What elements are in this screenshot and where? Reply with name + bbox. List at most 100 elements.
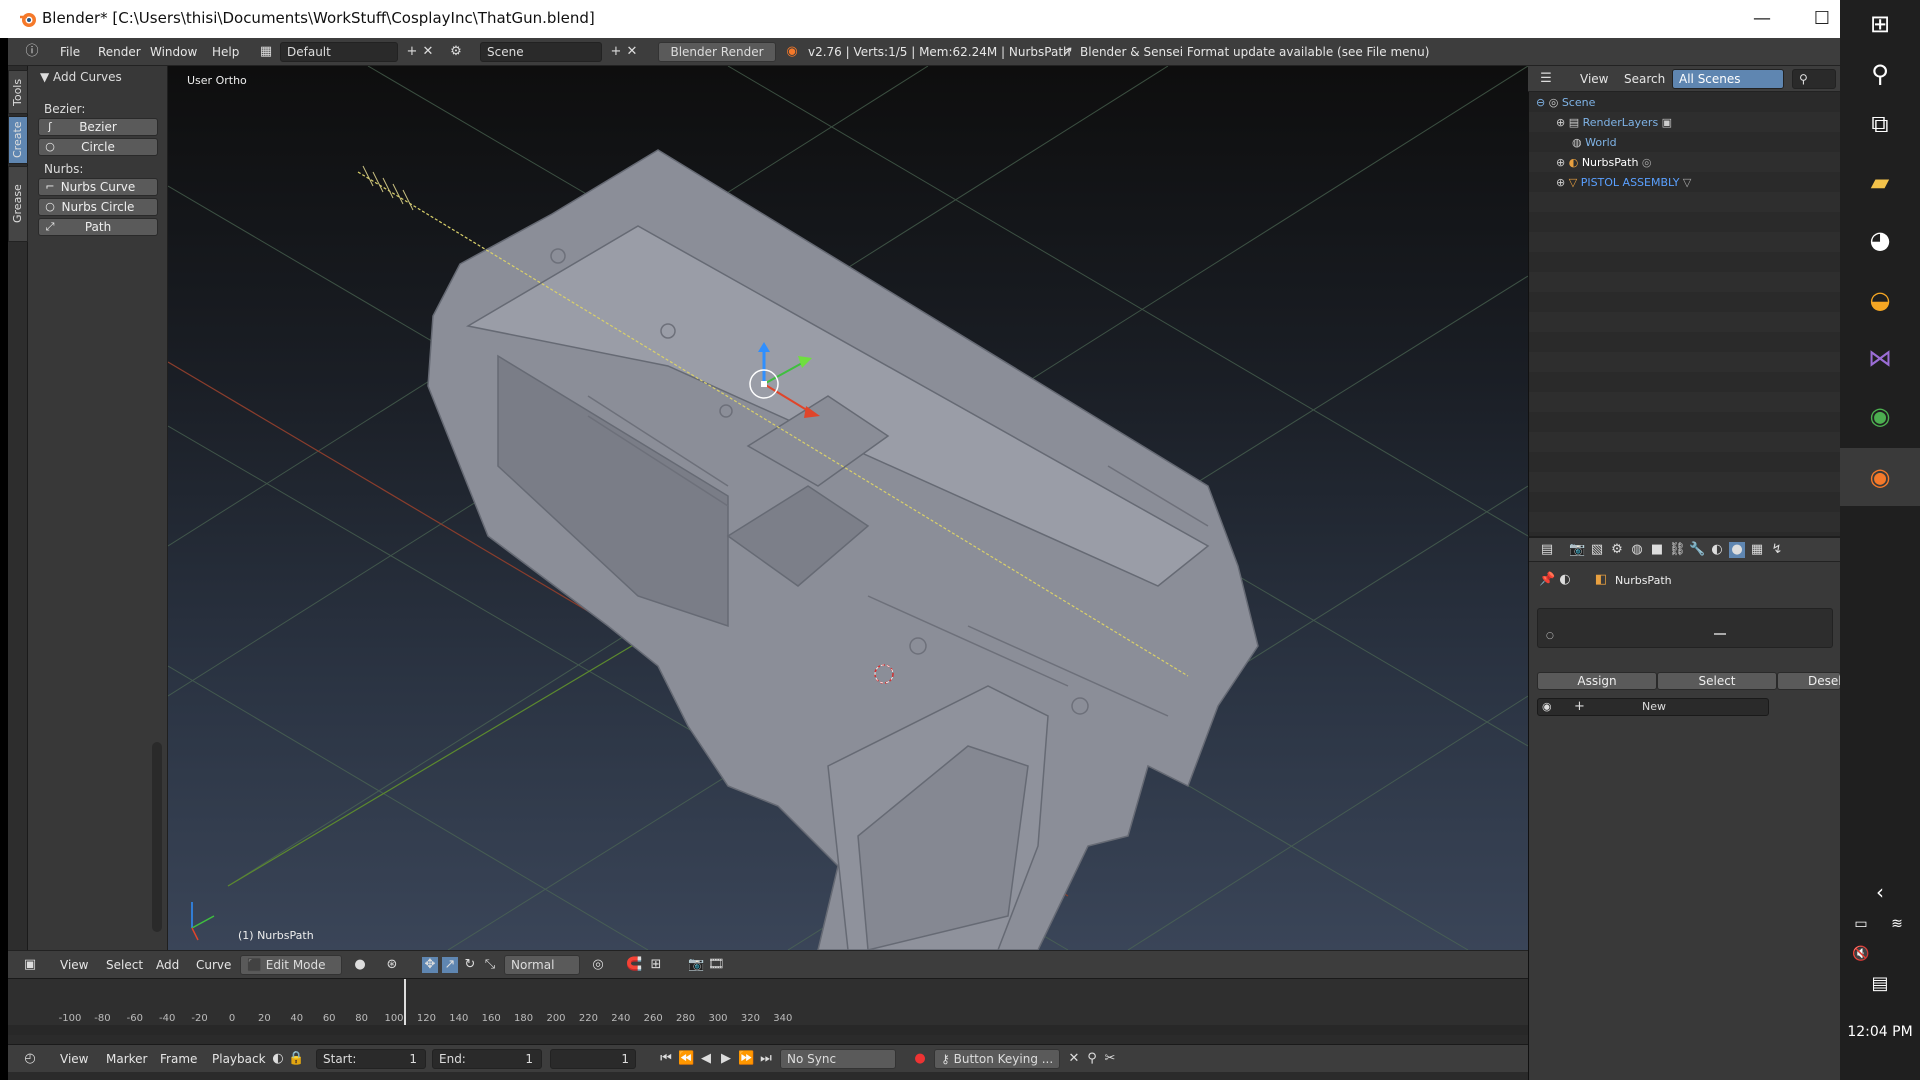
- outliner-item-world[interactable]: ◍ World: [1572, 136, 1617, 149]
- render-tab-icon[interactable]: 📷: [1569, 542, 1585, 558]
- object-tab-icon[interactable]: ■: [1649, 542, 1665, 558]
- update-notice[interactable]: Blender & Sensei Format update available…: [1080, 45, 1429, 59]
- outliner-filter-select[interactable]: All Scenes: [1672, 69, 1784, 89]
- tool-shelf-scrollbar[interactable]: [152, 742, 162, 932]
- sync-select[interactable]: No Sync: [780, 1049, 896, 1069]
- view3d-editor-icon[interactable]: ▣: [22, 957, 38, 973]
- outliner-search-input[interactable]: ⚲: [1792, 69, 1836, 89]
- disclosure-icon[interactable]: ⊖: [1536, 96, 1549, 109]
- material-tab-icon[interactable]: ●: [1729, 542, 1745, 558]
- lock-icon[interactable]: 🔒: [288, 1051, 304, 1067]
- add-layout-icon[interactable]: +: [404, 44, 420, 60]
- proportional-edit-icon[interactable]: ◎: [590, 957, 606, 973]
- scene-field[interactable]: Scene: [480, 42, 602, 62]
- outliner-item-nurbspath[interactable]: ⊕ ◐ NurbsPath ◎: [1556, 156, 1652, 169]
- rotate-icon[interactable]: ↻: [462, 957, 478, 973]
- clock[interactable]: 12:04 PM: [1840, 1024, 1920, 1040]
- texture-tab-icon[interactable]: ▦: [1749, 542, 1765, 558]
- render-layers-tab-icon[interactable]: ▧: [1589, 542, 1605, 558]
- panel-header-add-curves[interactable]: ▼ Add Curves: [40, 70, 122, 84]
- snap-target-icon[interactable]: ⊞: [648, 957, 664, 973]
- select-button[interactable]: Select: [1657, 672, 1777, 690]
- remove-scene-icon[interactable]: ✕: [624, 44, 640, 60]
- menu-curve[interactable]: Curve: [196, 958, 231, 972]
- record-icon[interactable]: ●: [912, 1051, 928, 1067]
- timeline-editor-icon[interactable]: ◴: [22, 1051, 38, 1067]
- minimize-button[interactable]: —: [1740, 5, 1784, 33]
- timeline[interactable]: -100 -80 -60 -40 -20 0 20 40 60 80 100 120 140 160 180…: [8, 978, 1528, 1035]
- menu-view[interactable]: View: [60, 958, 88, 972]
- 3d-viewport[interactable]: User Ortho (1) NurbsPath: [168, 66, 1528, 950]
- manipulator-icon[interactable]: ✥: [422, 957, 438, 973]
- disclosure-icon[interactable]: ⊕: [1556, 156, 1569, 169]
- data-tab-icon[interactable]: ◐: [1709, 542, 1725, 558]
- properties-editor-icon[interactable]: ▤: [1539, 542, 1555, 558]
- play-reverse-icon[interactable]: ◀: [698, 1051, 714, 1067]
- add-nurbs-circle-button[interactable]: ○ Nurbs Circle: [38, 198, 158, 216]
- render-anim-icon[interactable]: 🎞: [708, 957, 725, 973]
- notifications-icon[interactable]: ▤: [1860, 964, 1900, 1004]
- windows-start-icon[interactable]: ⊞: [1860, 4, 1900, 44]
- search-icon[interactable]: ⚲: [1860, 54, 1900, 94]
- transform-orientation-select[interactable]: Normal: [504, 955, 580, 975]
- chrome-icon[interactable]: ◉: [1860, 396, 1900, 436]
- add-bezier-button[interactable]: ʃ Bezier: [38, 118, 158, 136]
- tl-menu-frame[interactable]: Frame: [160, 1052, 197, 1066]
- menu-window[interactable]: Window: [150, 45, 197, 59]
- preview-range-icon[interactable]: ◐: [270, 1051, 286, 1067]
- visual-studio-icon[interactable]: ⋈: [1860, 338, 1900, 378]
- add-circle-button[interactable]: ○ Circle: [38, 138, 158, 156]
- screen-layout-field[interactable]: Default: [280, 42, 398, 62]
- scene-icon[interactable]: ⚙: [448, 44, 464, 60]
- snap-icon[interactable]: 🧲: [626, 957, 642, 973]
- render-engine-select[interactable]: Blender Render: [658, 42, 776, 62]
- modifiers-tab-icon[interactable]: 🔧: [1689, 542, 1705, 558]
- editor-type-icon[interactable]: ⓘ: [24, 44, 40, 60]
- wifi-icon[interactable]: ≋: [1882, 904, 1912, 944]
- menu-add[interactable]: Add: [156, 958, 179, 972]
- mode-select[interactable]: ⬛ Edit Mode: [240, 955, 342, 975]
- outliner-item-pistol-assembly[interactable]: ⊕ ▽ PISTOL ASSEMBLY ▽: [1556, 176, 1691, 189]
- physics-tab-icon[interactable]: ↯: [1769, 542, 1785, 558]
- material-browse-field[interactable]: ◉ + New: [1537, 698, 1769, 716]
- start-frame-field[interactable]: Start: 1: [316, 1049, 426, 1069]
- tl-menu-view[interactable]: View: [60, 1052, 88, 1066]
- current-frame-field[interactable]: 1: [550, 1049, 636, 1069]
- deselect-button[interactable]: Deselect: [1777, 672, 1841, 690]
- jump-end-icon[interactable]: ⏭: [758, 1051, 774, 1067]
- tab-grease-pencil[interactable]: Grease Pencil: [8, 166, 42, 242]
- world-tab-icon[interactable]: ◍: [1629, 542, 1645, 558]
- add-path-button[interactable]: ⤢ Path: [38, 218, 158, 236]
- menu-render[interactable]: Render: [98, 45, 141, 59]
- task-view-icon[interactable]: ⧉: [1860, 104, 1900, 144]
- delete-keyframe-icon[interactable]: ✂: [1102, 1051, 1118, 1067]
- menu-file[interactable]: File: [60, 45, 80, 59]
- scale-icon[interactable]: ⤡: [482, 957, 498, 973]
- screen-layout-icon[interactable]: ▦: [258, 44, 274, 60]
- pin-icon[interactable]: 📌: [1539, 572, 1555, 588]
- blender-taskbar-item[interactable]: ◉: [1840, 448, 1920, 506]
- end-frame-field[interactable]: End: 1: [432, 1049, 542, 1069]
- jump-keyframe-forward-icon[interactable]: ⏩: [738, 1051, 754, 1067]
- keying-set-field[interactable]: ⚷ Button Keying ...: [934, 1049, 1060, 1069]
- maximize-button[interactable]: ☐: [1800, 5, 1844, 33]
- insert-keyframe-icon[interactable]: ⚲: [1084, 1051, 1100, 1067]
- viewport-shading-icon[interactable]: ●: [352, 957, 368, 973]
- play-icon[interactable]: ▶: [718, 1051, 734, 1067]
- assign-button[interactable]: Assign: [1537, 672, 1657, 690]
- clear-keying-icon[interactable]: ✕: [1066, 1051, 1082, 1067]
- file-explorer-icon[interactable]: ▰: [1860, 162, 1900, 202]
- tl-menu-playback[interactable]: Playback: [212, 1052, 266, 1066]
- scene-tab-icon[interactable]: ⚙: [1609, 542, 1625, 558]
- jump-start-icon[interactable]: ⏮: [658, 1051, 674, 1067]
- outliner-item-renderlayers[interactable]: ⊕ ▤ RenderLayers ▣: [1556, 116, 1672, 129]
- render-icon[interactable]: 📷: [688, 957, 704, 973]
- add-nurbs-curve-button[interactable]: ⌐ Nurbs Curve: [38, 178, 158, 196]
- list-resize-handle[interactable]: [1714, 633, 1726, 635]
- menu-select[interactable]: Select: [106, 958, 143, 972]
- menu-help[interactable]: Help: [212, 45, 239, 59]
- tab-create[interactable]: Create: [8, 116, 28, 164]
- jump-keyframe-back-icon[interactable]: ⏪: [678, 1051, 694, 1067]
- pivot-point-icon[interactable]: ⊛: [384, 957, 400, 973]
- tab-tools[interactable]: Tools: [8, 70, 28, 114]
